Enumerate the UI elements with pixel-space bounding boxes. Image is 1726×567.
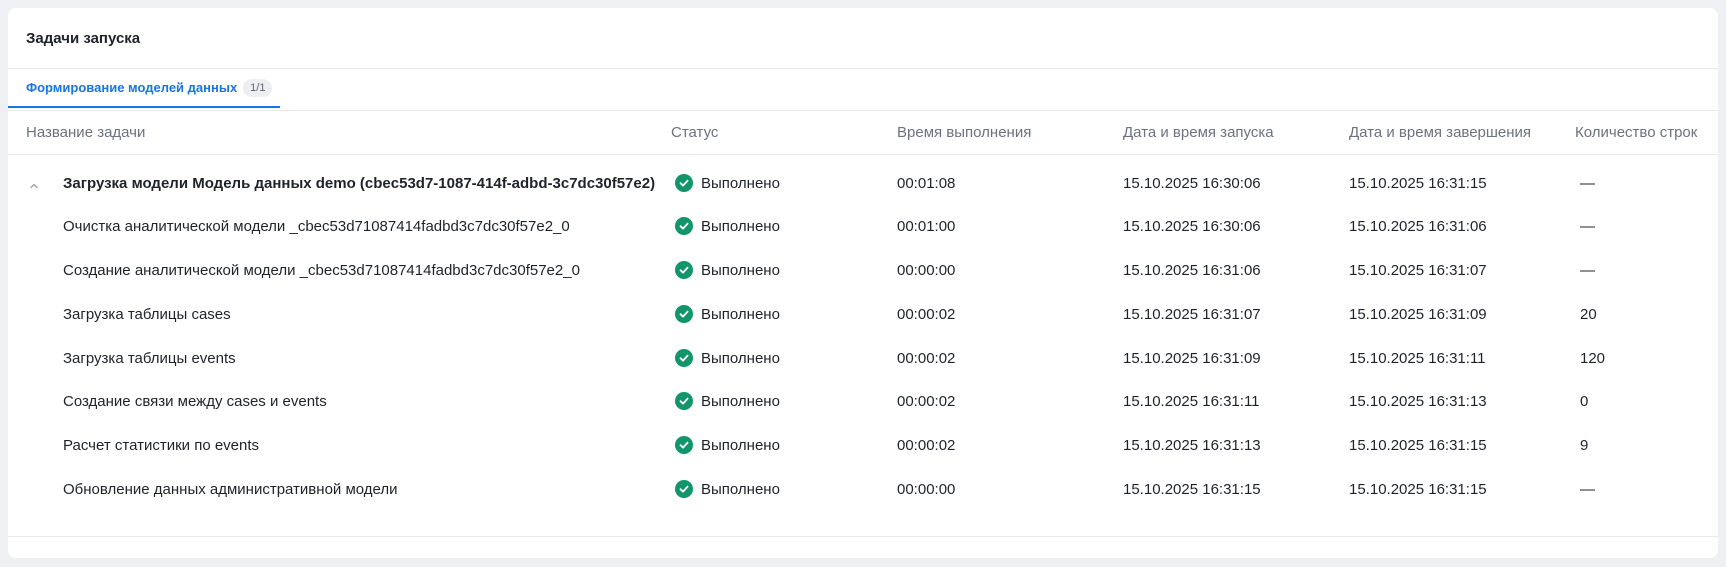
table-row: Создание аналитической модели _cbec53d71… xyxy=(8,251,1718,291)
task-end-time: 15.10.2025 16:31:15 xyxy=(1349,175,1487,192)
launch-tasks-panel: Задачи запуска Формирование моделей данн… xyxy=(8,8,1718,558)
task-row-count: — xyxy=(1580,262,1595,279)
tab-label: Формирование моделей данных xyxy=(26,80,238,95)
task-duration: 00:01:00 xyxy=(897,218,956,235)
task-name: Расчет статистики по events xyxy=(63,437,260,454)
table-header: Название задачи Статус Время выполнения … xyxy=(8,111,1718,155)
task-row-count: 9 xyxy=(1580,437,1589,454)
table-row: Очистка аналитической модели _cbec53d710… xyxy=(8,207,1718,247)
task-start-time: 15.10.2025 16:30:06 xyxy=(1123,175,1261,192)
task-end-time: 15.10.2025 16:31:09 xyxy=(1349,306,1487,323)
task-status: Выполнено xyxy=(701,437,780,454)
table-row: Загрузка таблицы cases 00:00:02 15.10.2025… xyxy=(8,295,1718,335)
check-circle-icon xyxy=(675,217,693,235)
column-header-task-name[interactable]: Название задачи xyxy=(26,124,145,141)
task-duration: 00:00:02 xyxy=(897,437,956,454)
task-row-count: — xyxy=(1580,218,1595,235)
task-name: Создание аналитической модели _cbec53d71… xyxy=(63,262,580,279)
task-duration: 00:00:00 xyxy=(897,262,956,279)
task-status: Выполнено xyxy=(701,218,780,235)
task-duration: 00:01:08 xyxy=(897,175,956,192)
task-end-time: 15.10.2025 16:31:15 xyxy=(1349,437,1487,454)
task-row-count: 20 xyxy=(1580,306,1597,323)
task-row-count: 0 xyxy=(1580,393,1589,410)
check-circle-icon xyxy=(675,305,693,323)
tab-data-model-formation[interactable]: Формирование моделей данных 1/1 xyxy=(8,69,280,108)
task-status: Выполнено xyxy=(701,350,780,367)
task-end-time: 15.10.2025 16:31:06 xyxy=(1349,218,1487,235)
task-duration: 00:00:02 xyxy=(897,306,956,323)
check-circle-icon xyxy=(675,261,693,279)
task-row-count: 120 xyxy=(1580,350,1606,367)
task-end-time: 15.10.2025 16:31:07 xyxy=(1349,262,1487,279)
task-name: Загрузка модели Модель данных demo (cbec… xyxy=(63,175,656,192)
check-circle-icon xyxy=(675,436,693,454)
task-status: Выполнено xyxy=(701,175,780,192)
task-name: Очистка аналитической модели _cbec53d710… xyxy=(63,218,570,235)
tab-count-badge: 1/1 xyxy=(243,78,273,97)
task-start-time: 15.10.2025 16:31:13 xyxy=(1123,437,1261,454)
chevron-up-icon[interactable] xyxy=(29,178,39,189)
task-start-time: 15.10.2025 16:30:06 xyxy=(1123,218,1261,235)
task-end-time: 15.10.2025 16:31:13 xyxy=(1349,393,1487,410)
column-header-status[interactable]: Статус xyxy=(671,124,718,141)
tab-bar: Формирование моделей данных 1/1 xyxy=(8,69,1718,111)
task-start-time: 15.10.2025 16:31:09 xyxy=(1123,350,1261,367)
task-row-count: — xyxy=(1580,175,1595,192)
task-status: Выполнено xyxy=(701,262,780,279)
table-row: Расчет статистики по events 00:00:02 15.10… xyxy=(8,426,1718,466)
column-header-start[interactable]: Дата и время запуска xyxy=(1123,124,1274,141)
task-start-time: 15.10.2025 16:31:07 xyxy=(1123,306,1261,323)
table-body: Загрузка модели Модель данных demo (cbec… xyxy=(8,155,1718,537)
column-header-duration[interactable]: Время выполнения xyxy=(897,124,1031,141)
task-name: Загрузка таблицы events xyxy=(63,350,236,367)
task-start-time: 15.10.2025 16:31:11 xyxy=(1123,393,1260,410)
task-status: Выполнено xyxy=(701,481,780,498)
table-row: Обновление данных административной модел… xyxy=(8,470,1718,510)
task-start-time: 15.10.2025 16:31:06 xyxy=(1123,262,1261,279)
task-duration: 00:00:02 xyxy=(897,393,956,410)
tasks-table: Название задачи Статус Время выполнения … xyxy=(8,111,1718,537)
task-duration: 00:00:02 xyxy=(897,350,956,367)
table-row-parent: Загрузка модели Модель данных demo (cbec… xyxy=(8,164,1718,204)
task-end-time: 15.10.2025 16:31:15 xyxy=(1349,481,1487,498)
task-name: Создание связи между cases и events xyxy=(63,393,327,410)
task-status: Выполнено xyxy=(701,393,780,410)
panel-title: Задачи запуска xyxy=(8,8,1718,69)
column-header-end[interactable]: Дата и время завершения xyxy=(1349,124,1531,141)
task-status: Выполнено xyxy=(701,306,780,323)
task-start-time: 15.10.2025 16:31:15 xyxy=(1123,481,1261,498)
task-name: Загрузка таблицы cases xyxy=(63,306,231,323)
check-circle-icon xyxy=(675,349,693,367)
task-end-time: 15.10.2025 16:31:11 xyxy=(1349,350,1486,367)
check-circle-icon xyxy=(675,480,693,498)
task-row-count: — xyxy=(1580,481,1595,498)
task-duration: 00:00:00 xyxy=(897,481,956,498)
table-row: Создание связи между cases и events 00:00… xyxy=(8,382,1718,422)
task-name: Обновление данных административной модел… xyxy=(63,481,398,498)
table-row: Загрузка таблицы events 00:00:02 15.10.202… xyxy=(8,339,1718,379)
check-circle-icon xyxy=(675,392,693,410)
check-circle-icon xyxy=(675,174,693,192)
column-header-row-count[interactable]: Количество строк xyxy=(1575,124,1697,141)
